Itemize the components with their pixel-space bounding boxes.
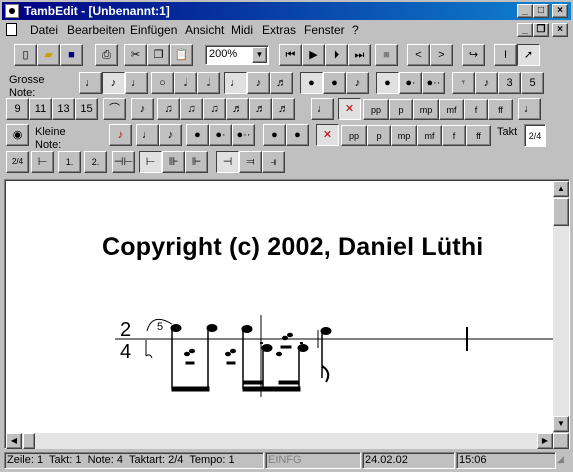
note-flag	[321, 365, 330, 383]
resize-grip-icon[interactable]: ◢	[557, 454, 569, 467]
beam	[171, 386, 210, 392]
scroll-up-button[interactable]: ▲	[553, 181, 569, 197]
status-tempo: 1	[228, 454, 235, 466]
status-bar: Zeile: 1 Takt: 1 Note: 4 Taktart: 2/4 Te…	[2, 451, 571, 470]
grace-beam	[226, 361, 236, 365]
time-sig-numerator: 2	[120, 319, 131, 341]
status-date: 24.02.02	[362, 452, 455, 469]
tuplet-number: 5	[157, 321, 163, 333]
beam	[242, 380, 264, 385]
status-note-label: Note:	[87, 454, 114, 466]
staff	[115, 315, 553, 397]
status-time: 15:06	[456, 452, 556, 469]
staff-canvas[interactable]: 2 4 5	[0, 0, 573, 472]
grace-note-head	[282, 335, 288, 341]
grace-note-head	[189, 348, 195, 354]
scroll-left-button[interactable]: ◀	[6, 433, 22, 449]
grace-note-head	[225, 351, 231, 357]
status-tempo-label: Tempo:	[189, 454, 226, 466]
grace-note-head	[276, 351, 282, 357]
status-position: Zeile: 1 Takt: 1 Note: 4 Taktart: 2/4 Te…	[4, 452, 264, 469]
status-mode: EINFG	[265, 452, 361, 469]
horizontal-scrollbar[interactable]: ◀ ▶	[6, 433, 553, 449]
grace-note-head	[287, 332, 293, 338]
status-zeile-label: Zeile:	[7, 454, 34, 466]
beam	[278, 380, 300, 385]
grace-note-head	[184, 351, 190, 357]
vertical-scrollbar[interactable]: ▲ ▼	[553, 181, 569, 432]
time-sig-denominator: 4	[120, 341, 131, 363]
status-note: 4	[116, 454, 124, 466]
horizontal-scroll-thumb[interactable]	[23, 433, 35, 449]
scroll-right-button[interactable]: ▶	[537, 433, 553, 449]
status-zeile: 1	[36, 454, 44, 466]
status-taktart-label: Taktart:	[128, 454, 166, 466]
grace-note-head	[230, 348, 236, 354]
beam	[242, 386, 301, 392]
scroll-corner	[553, 433, 569, 449]
status-takt: 1	[75, 454, 82, 466]
vertical-scroll-thumb[interactable]	[553, 198, 569, 226]
scroll-down-button[interactable]: ▼	[553, 416, 569, 432]
status-takt-label: Takt:	[49, 454, 73, 466]
grace-beam	[185, 361, 195, 365]
status-taktart: 2/4	[168, 454, 184, 466]
grace-note	[145, 340, 153, 359]
grace-beam	[280, 345, 292, 349]
